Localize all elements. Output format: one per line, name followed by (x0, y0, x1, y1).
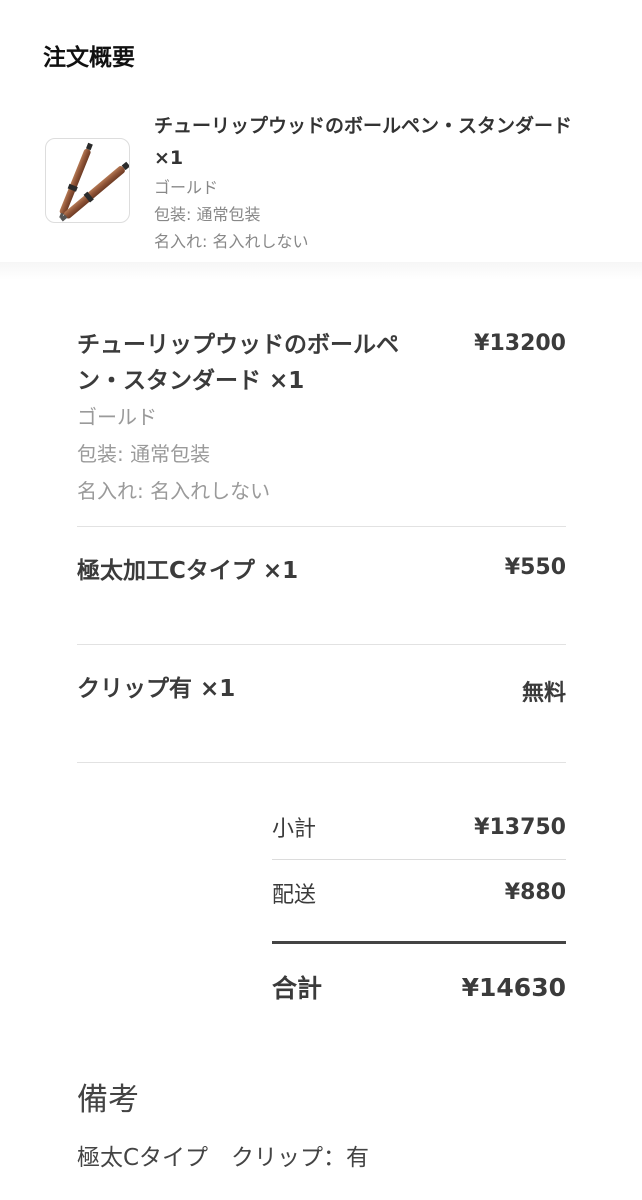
order-totals: 小計 ¥13750 配送 ¥880 合計 ¥14630 (272, 795, 566, 1030)
subtotal-row: 小計 ¥13750 (272, 795, 566, 860)
line-items-list: チューリップウッドのボールペン・スタンダード ×1 ¥13200 ゴールド 包装… (77, 327, 566, 763)
line-item-variant: ゴールド (77, 405, 157, 429)
line-item: クリップ有 ×1 無料 (77, 645, 566, 763)
ballpoint-pen-product-image (59, 142, 129, 222)
summary-product-name: チューリップウッドのボールペン・スタンダード ×1 (154, 115, 573, 169)
line-item-price: 無料 (521, 681, 566, 706)
line-item-engraving: 名入れ: 名入れしない (77, 479, 271, 503)
summary-product-details: チューリップウッドのボールペン・スタンダード ×1 ゴールド 包装: 通常包装 … (154, 110, 594, 255)
total-value: ¥14630 (461, 972, 566, 1002)
total-label: 合計 (272, 974, 323, 1003)
line-item-name: クリップ有 ×1 (77, 676, 236, 702)
shipping-label: 配送 (272, 882, 317, 908)
shipping-value: ¥880 (504, 880, 566, 905)
order-summary-page: 注文概要 チューリップウッドのボールペン・スタンダード ×1 ゴールド 包装: … (0, 0, 642, 1200)
subtotal-label: 小計 (272, 817, 317, 842)
line-item: チューリップウッドのボールペン・スタンダード ×1 ¥13200 ゴールド 包装… (77, 327, 566, 527)
order-summary-title: 注文概要 (43, 45, 135, 71)
notes-body: 極太Cタイプ クリップ：有 (77, 1145, 370, 1171)
summary-product-engraving: 名入れ: 名入れしない (154, 232, 309, 251)
line-item-price: ¥550 (504, 555, 566, 580)
line-item: 極太加工Cタイプ ×1 ¥550 (77, 527, 566, 645)
line-item-name: 極太加工Cタイプ ×1 (77, 558, 299, 584)
total-row: 合計 ¥14630 (272, 944, 566, 1030)
product-thumbnail (45, 138, 130, 223)
notes-title: 備考 (77, 1082, 139, 1118)
line-item-name: チューリップウッドのボールペン・スタンダード ×1 (77, 332, 399, 394)
summary-divider-shadow (0, 262, 642, 280)
subtotal-value: ¥13750 (474, 814, 566, 840)
line-item-price: ¥13200 (474, 331, 566, 356)
line-item-wrapping: 包装: 通常包装 (77, 442, 211, 466)
summary-product-variant: ゴールド (154, 178, 219, 197)
summary-product: チューリップウッドのボールペン・スタンダード ×1 ゴールド 包装: 通常包装 … (45, 110, 605, 255)
summary-product-wrapping: 包装: 通常包装 (154, 205, 261, 224)
shipping-row: 配送 ¥880 (272, 860, 566, 925)
